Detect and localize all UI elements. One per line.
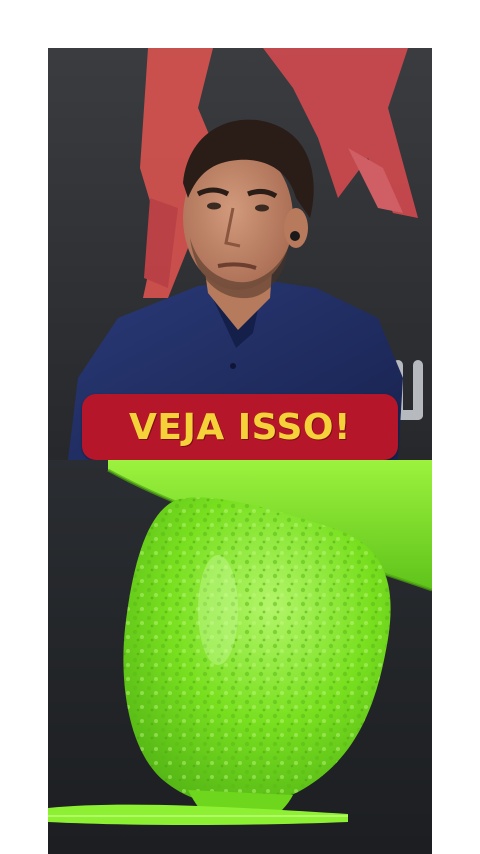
video-frame[interactable]: VEJA ISSO!: [48, 48, 432, 854]
caption-text: VEJA ISSO!: [129, 406, 351, 448]
page: VEJA ISSO!: [0, 0, 480, 854]
slime-illustration: [48, 460, 432, 854]
earpiece: [290, 231, 300, 241]
slime-scene: [48, 460, 432, 854]
caption-badge: VEJA ISSO!: [82, 394, 398, 460]
speaker-scene: VEJA ISSO!: [48, 48, 432, 460]
